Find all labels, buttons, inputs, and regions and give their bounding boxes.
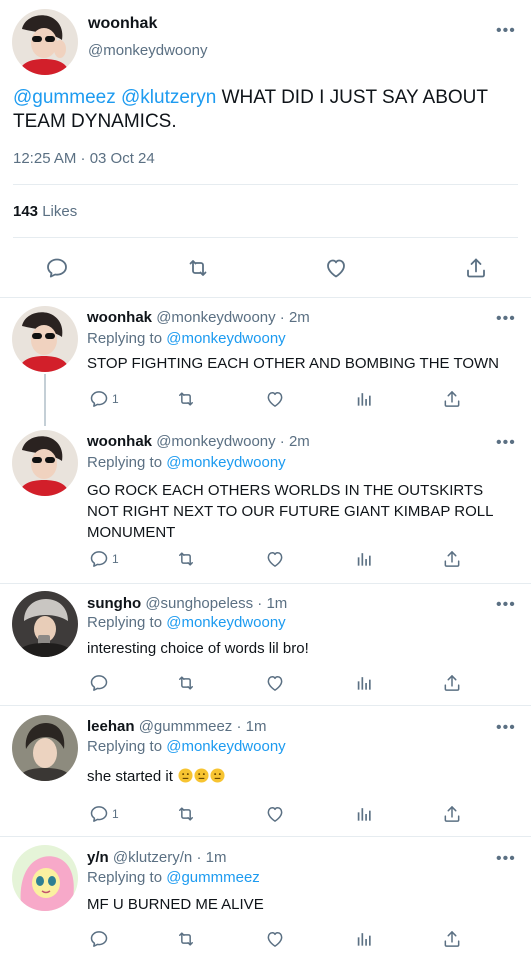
more-icon[interactable]: •••	[496, 597, 516, 613]
retweet-icon[interactable]	[186, 256, 210, 280]
display-name[interactable]: leehan	[87, 718, 135, 735]
reply-text: GO ROCK EACH OTHERS WORLDS IN THE OUTSKI…	[87, 482, 493, 541]
reply-header: woonhak @monkeydwoony · 2m	[87, 433, 310, 450]
like-icon[interactable]	[265, 549, 285, 569]
reply-tweet[interactable]: y/n @klutzery/n · 1m ••• Replying to @gu…	[0, 837, 531, 960]
replying-to: Replying to @monkeydwoony	[87, 454, 286, 471]
reply-icon[interactable]	[89, 673, 109, 693]
mention-link[interactable]: @monkeydwoony	[166, 738, 285, 755]
divider	[13, 237, 518, 238]
analytics-icon[interactable]	[354, 549, 374, 569]
reply-text: interesting choice of words lil bro!	[87, 640, 309, 657]
share-icon[interactable]	[442, 389, 462, 409]
share-icon[interactable]	[464, 256, 488, 280]
handle-time[interactable]: @gummmeez · 1m	[139, 718, 267, 735]
share-icon[interactable]	[442, 804, 462, 824]
likes-count[interactable]: 143 Likes	[13, 203, 77, 220]
mention-link[interactable]: @monkeydwoony	[166, 454, 285, 471]
more-icon[interactable]: •••	[496, 435, 516, 451]
reply-icon[interactable]	[89, 929, 109, 949]
reply-count: 1	[112, 392, 119, 406]
reply-tweet[interactable]: woonhak @monkeydwoony · 2m ••• Replying …	[0, 298, 531, 422]
timestamp[interactable]: 12:25 AM · 03 Oct 24	[13, 150, 155, 167]
reply-header: leehan @gummmeez · 1m	[87, 718, 266, 735]
mention-link[interactable]: @monkeydwoony	[166, 330, 285, 347]
avatar[interactable]	[12, 9, 78, 75]
analytics-icon[interactable]	[354, 804, 374, 824]
tweet-text: @gummeez @klutzeryn WHAT DID I JUST SAY …	[13, 86, 523, 134]
display-name[interactable]: sungho	[87, 595, 141, 612]
mention-link[interactable]: @klutzeryn	[121, 87, 216, 108]
display-name[interactable]: woonhak	[87, 309, 152, 326]
reply-header: woonhak @monkeydwoony · 2m	[87, 309, 310, 326]
replying-to: Replying to @monkeydwoony	[87, 738, 286, 755]
mention-link[interactable]: @gummeez	[13, 87, 116, 108]
reply-tweet[interactable]: sungho @sunghopeless · 1m ••• Replying t…	[0, 584, 531, 706]
handle-time[interactable]: @monkeydwoony · 2m	[156, 433, 310, 450]
display-name[interactable]: woonhak	[87, 433, 152, 450]
avatar[interactable]	[12, 845, 78, 911]
retweet-icon[interactable]	[176, 673, 196, 693]
handle-time[interactable]: @klutzery/n · 1m	[113, 849, 227, 866]
avatar[interactable]	[12, 591, 78, 657]
like-icon[interactable]	[265, 673, 285, 693]
reply-header: sungho @sunghopeless · 1m	[87, 595, 287, 612]
avatar[interactable]	[12, 430, 78, 496]
analytics-icon[interactable]	[354, 929, 374, 949]
share-icon[interactable]	[442, 673, 462, 693]
like-icon[interactable]	[324, 256, 348, 280]
divider	[13, 184, 518, 185]
reply-tweet[interactable]: woonhak @monkeydwoony · 2m ••• Replying …	[0, 422, 531, 584]
more-icon[interactable]: •••	[496, 311, 516, 327]
avatar[interactable]	[12, 306, 78, 372]
reply-text: MF U BURNED ME ALIVE	[87, 896, 264, 913]
mention-link[interactable]: @gummmeez	[166, 869, 260, 886]
reply-icon[interactable]	[89, 804, 109, 824]
display-name[interactable]: y/n	[87, 849, 109, 866]
retweet-icon[interactable]	[176, 389, 196, 409]
avatar[interactable]	[12, 715, 78, 781]
retweet-icon[interactable]	[176, 804, 196, 824]
reply-header: y/n @klutzery/n · 1m	[87, 849, 226, 866]
more-icon[interactable]: •••	[496, 720, 516, 736]
retweet-icon[interactable]	[176, 549, 196, 569]
replying-to: Replying to @monkeydwoony	[87, 614, 286, 631]
reply-text: STOP FIGHTING EACH OTHER AND BOMBING THE…	[87, 355, 499, 372]
like-icon[interactable]	[265, 929, 285, 949]
retweet-icon[interactable]	[176, 929, 196, 949]
handle-time[interactable]: @sunghopeless · 1m	[145, 595, 287, 612]
like-icon[interactable]	[265, 804, 285, 824]
reply-icon[interactable]	[45, 256, 69, 280]
more-icon[interactable]: •••	[496, 851, 516, 867]
reply-tweet[interactable]: leehan @gummmeez · 1m ••• Replying to @m…	[0, 706, 531, 837]
display-name[interactable]: woonhak	[88, 15, 157, 33]
share-icon[interactable]	[442, 929, 462, 949]
mention-link[interactable]: @monkeydwoony	[166, 614, 285, 631]
neutral-face-emoji	[210, 768, 225, 783]
replying-to: Replying to @monkeydwoony	[87, 330, 286, 347]
more-icon[interactable]: •••	[496, 23, 516, 39]
handle[interactable]: @monkeydwoony	[88, 42, 207, 59]
like-icon[interactable]	[265, 389, 285, 409]
share-icon[interactable]	[442, 549, 462, 569]
reply-text: she started it	[87, 766, 517, 787]
reply-count: 1	[112, 552, 119, 566]
reply-icon[interactable]	[89, 549, 109, 569]
analytics-icon[interactable]	[354, 389, 374, 409]
neutral-face-emoji	[178, 768, 193, 783]
main-tweet: woonhak @monkeydwoony ••• @gummeez @klut…	[0, 0, 531, 298]
reply-count: 1	[112, 807, 119, 821]
replying-to: Replying to @gummmeez	[87, 869, 260, 886]
handle-time[interactable]: @monkeydwoony · 2m	[156, 309, 310, 326]
neutral-face-emoji	[194, 768, 209, 783]
analytics-icon[interactable]	[354, 673, 374, 693]
reply-icon[interactable]	[89, 389, 109, 409]
